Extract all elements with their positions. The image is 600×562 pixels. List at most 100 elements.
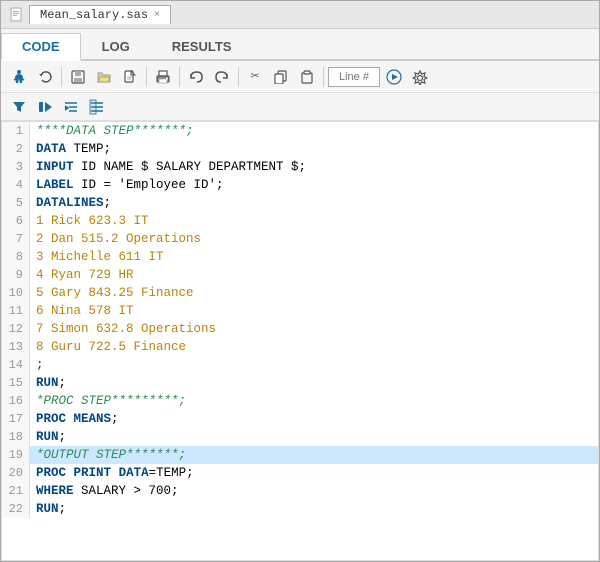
file-tab[interactable]: Mean_salary.sas ×	[29, 5, 171, 24]
code-line: 4LABEL ID = 'Employee ID';	[2, 176, 598, 194]
line-number: 12	[2, 320, 30, 338]
filter-button[interactable]	[7, 95, 31, 119]
file-tab-label: Mean_salary.sas	[40, 8, 148, 22]
line-number: 19	[2, 446, 30, 464]
code-line: 2DATA TEMP;	[2, 140, 598, 158]
line-number: 1	[2, 122, 30, 140]
code-editor[interactable]: 1****DATA STEP*******;2DATA TEMP;3INPUT …	[1, 121, 599, 561]
print-button[interactable]	[151, 65, 175, 89]
title-bar: Mean_salary.sas ×	[1, 1, 599, 29]
line-content: RUN;	[30, 374, 66, 392]
cut-button[interactable]: ✂	[243, 65, 267, 89]
indent-button[interactable]	[59, 95, 83, 119]
undo-button[interactable]	[33, 65, 57, 89]
line-number: 3	[2, 158, 30, 176]
line-content: DATA TEMP;	[30, 140, 111, 158]
line-number: 11	[2, 302, 30, 320]
open-button[interactable]	[92, 65, 116, 89]
line-number: 5	[2, 194, 30, 212]
collapse-button[interactable]	[85, 95, 109, 119]
paste-button[interactable]	[295, 65, 319, 89]
line-content: 6 Nina 578 IT	[30, 302, 134, 320]
line-number: 10	[2, 284, 30, 302]
undo2-button[interactable]	[184, 65, 208, 89]
close-tab-button[interactable]: ×	[154, 10, 160, 21]
code-line: 72 Dan 515.2 Operations	[2, 230, 598, 248]
code-line: 20PROC PRINT DATA=TEMP;	[2, 464, 598, 482]
line-number: 6	[2, 212, 30, 230]
tab-code[interactable]: CODE	[1, 33, 81, 61]
code-line: 5DATALINES;	[2, 194, 598, 212]
new-doc-button[interactable]	[118, 65, 142, 89]
line-number-input[interactable]	[328, 67, 380, 87]
code-line: 17PROC MEANS;	[2, 410, 598, 428]
play-button[interactable]	[382, 65, 406, 89]
code-line: 16*PROC STEP*********;	[2, 392, 598, 410]
line-number: 22	[2, 500, 30, 518]
code-line: 1****DATA STEP*******;	[2, 122, 598, 140]
line-content: 2 Dan 515.2 Operations	[30, 230, 201, 248]
line-content: RUN;	[30, 500, 66, 518]
code-line: 116 Nina 578 IT	[2, 302, 598, 320]
line-number: 8	[2, 248, 30, 266]
line-number: 13	[2, 338, 30, 356]
line-number: 2	[2, 140, 30, 158]
line-number: 14	[2, 356, 30, 374]
code-line: 14;	[2, 356, 598, 374]
line-number: 20	[2, 464, 30, 482]
line-content: *PROC STEP*********;	[30, 392, 186, 410]
file-icon	[9, 7, 25, 23]
line-content: 7 Simon 632.8 Operations	[30, 320, 216, 338]
code-line: 94 Ryan 729 HR	[2, 266, 598, 284]
line-content: LABEL ID = 'Employee ID';	[30, 176, 224, 194]
tabs-row: CODE LOG RESULTS	[1, 29, 599, 61]
line-content: PROC MEANS;	[30, 410, 119, 428]
sep3	[179, 67, 180, 87]
code-line: 19*OUTPUT STEP*******;	[2, 446, 598, 464]
line-content: *OUTPUT STEP*******;	[30, 446, 186, 464]
tab-results[interactable]: RESULTS	[151, 33, 253, 59]
code-line: 21WHERE SALARY > 700;	[2, 482, 598, 500]
line-content: RUN;	[30, 428, 66, 446]
code-line: 18RUN;	[2, 428, 598, 446]
code-line: 105 Gary 843.25 Finance	[2, 284, 598, 302]
redo-button[interactable]	[210, 65, 234, 89]
copy-button[interactable]	[269, 65, 293, 89]
line-content: 5 Gary 843.25 Finance	[30, 284, 194, 302]
code-line: 61 Rick 623.3 IT	[2, 212, 598, 230]
line-number: 17	[2, 410, 30, 428]
line-content: WHERE SALARY > 700;	[30, 482, 179, 500]
line-number: 4	[2, 176, 30, 194]
code-line: 138 Guru 722.5 Finance	[2, 338, 598, 356]
code-line: 15RUN;	[2, 374, 598, 392]
secondary-toolbar	[1, 93, 599, 121]
code-line: 83 Michelle 611 IT	[2, 248, 598, 266]
line-number: 7	[2, 230, 30, 248]
line-number: 16	[2, 392, 30, 410]
save-button[interactable]	[66, 65, 90, 89]
main-toolbar: ✂	[1, 61, 599, 93]
line-number: 18	[2, 428, 30, 446]
line-content: PROC PRINT DATA=TEMP;	[30, 464, 194, 482]
line-number: 15	[2, 374, 30, 392]
line-content: DATALINES;	[30, 194, 111, 212]
line-content: 8 Guru 722.5 Finance	[30, 338, 186, 356]
line-content: 1 Rick 623.3 IT	[30, 212, 149, 230]
sep5	[323, 67, 324, 87]
line-content: 4 Ryan 729 HR	[30, 266, 134, 284]
tab-log[interactable]: LOG	[81, 33, 151, 59]
submit-button[interactable]	[33, 95, 57, 119]
sep2	[146, 67, 147, 87]
line-content: ;	[30, 356, 44, 374]
code-line: 22RUN;	[2, 500, 598, 518]
code-line: 3INPUT ID NAME $ SALARY DEPARTMENT $;	[2, 158, 598, 176]
line-number: 21	[2, 482, 30, 500]
line-content: INPUT ID NAME $ SALARY DEPARTMENT $;	[30, 158, 306, 176]
sep1	[61, 67, 62, 87]
settings-button[interactable]	[408, 65, 432, 89]
line-content: 3 Michelle 611 IT	[30, 248, 164, 266]
line-content: ****DATA STEP*******;	[30, 122, 194, 140]
code-line: 127 Simon 632.8 Operations	[2, 320, 598, 338]
line-number: 9	[2, 266, 30, 284]
run-person-button[interactable]	[7, 65, 31, 89]
